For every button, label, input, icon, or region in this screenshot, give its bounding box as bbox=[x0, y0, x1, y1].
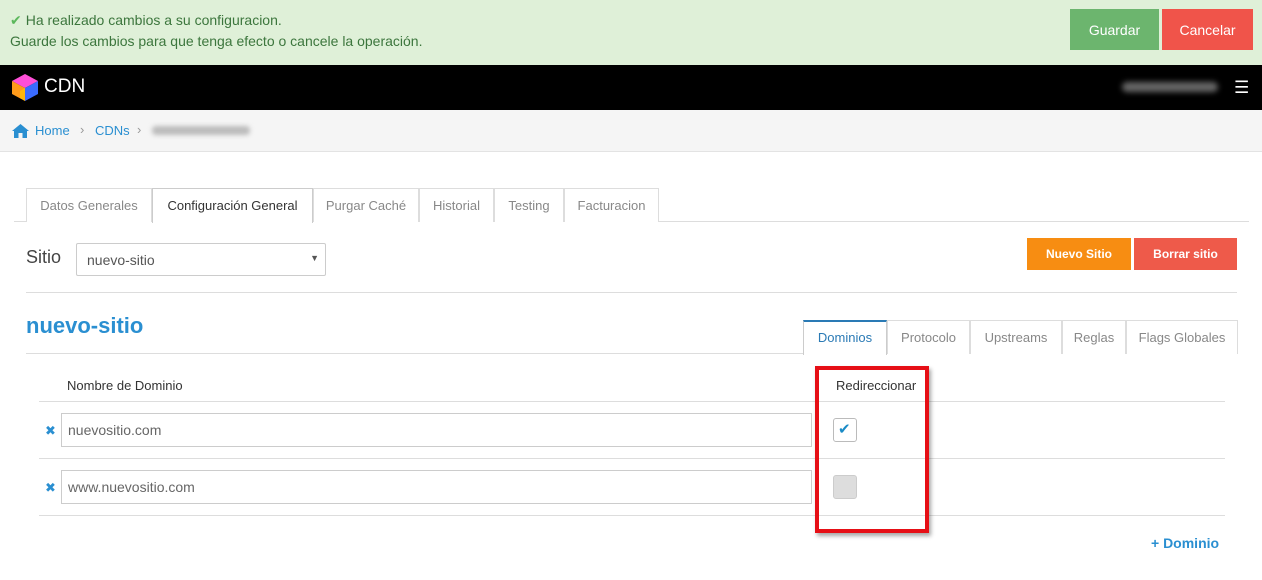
tab-configuracion-general[interactable]: Configuración General bbox=[152, 188, 313, 223]
table-divider bbox=[39, 401, 1225, 402]
subtab-flags-globales[interactable]: Flags Globales bbox=[1126, 320, 1238, 354]
breadcrumb-cdns[interactable]: CDNs bbox=[95, 123, 130, 138]
cube-logo-icon[interactable] bbox=[12, 74, 38, 101]
new-site-button[interactable]: Nuevo Sitio bbox=[1027, 238, 1131, 270]
site-select[interactable]: nuevo-sitio ▼ bbox=[76, 243, 326, 276]
tab-historial[interactable]: Historial bbox=[419, 188, 494, 222]
tab-facturacion[interactable]: Facturacion bbox=[564, 188, 659, 222]
breadcrumb-home[interactable]: Home bbox=[35, 123, 70, 138]
tab-purgar-cache[interactable]: Purgar Caché bbox=[313, 188, 419, 222]
times-icon[interactable]: ✖ bbox=[45, 480, 56, 496]
table-divider bbox=[39, 458, 1225, 459]
domain-input[interactable]: www.nuevositio.com bbox=[61, 470, 812, 504]
banner-message: ✔ Ha realizado cambios a su configuracion… bbox=[10, 10, 423, 52]
subtab-dominios[interactable]: Dominios bbox=[803, 320, 887, 355]
subtab-reglas[interactable]: Reglas bbox=[1062, 320, 1126, 354]
breadcrumb-separator: › bbox=[137, 122, 142, 137]
breadcrumb: Home › CDNs › bbox=[0, 110, 1262, 152]
divider bbox=[26, 292, 1237, 293]
site-label: Sitio bbox=[26, 247, 62, 267]
breadcrumb-current-redacted bbox=[152, 126, 250, 135]
banner-line-1: Ha realizado cambios a su configuracion. bbox=[25, 12, 282, 28]
hamburger-icon[interactable]: ☰ bbox=[1234, 79, 1249, 96]
subtab-protocolo[interactable]: Protocolo bbox=[887, 320, 970, 354]
caret-down-icon: ▼ bbox=[310, 253, 319, 263]
unsaved-changes-banner: ✔ Ha realizado cambios a su configuracion… bbox=[0, 0, 1262, 65]
save-button[interactable]: Guardar bbox=[1070, 9, 1159, 50]
cancel-button[interactable]: Cancelar bbox=[1162, 9, 1253, 50]
add-domain-link[interactable]: + Dominio bbox=[1151, 535, 1219, 551]
site-title: nuevo-sitio bbox=[26, 313, 144, 338]
brand-name[interactable]: CDN bbox=[44, 76, 85, 98]
delete-site-button[interactable]: Borrar sitio bbox=[1134, 238, 1237, 270]
domain-input[interactable]: nuevositio.com bbox=[61, 413, 812, 447]
top-navbar: CDN ☰ bbox=[0, 65, 1262, 110]
check-icon: ✔ bbox=[10, 12, 22, 28]
subtab-upstreams[interactable]: Upstreams bbox=[970, 320, 1062, 354]
tab-datos-generales[interactable]: Datos Generales bbox=[26, 188, 152, 222]
banner-line-2: Guarde los cambios para que tenga efecto… bbox=[10, 33, 423, 49]
breadcrumb-separator: › bbox=[80, 122, 85, 137]
site-select-value: nuevo-sitio bbox=[87, 252, 155, 268]
home-icon[interactable] bbox=[12, 124, 29, 138]
redirect-column-highlight bbox=[815, 366, 929, 533]
column-header-domain: Nombre de Dominio bbox=[67, 378, 183, 393]
times-icon[interactable]: ✖ bbox=[45, 423, 56, 439]
table-divider bbox=[39, 515, 1225, 516]
user-email-redacted[interactable] bbox=[1122, 82, 1218, 92]
tab-testing[interactable]: Testing bbox=[494, 188, 564, 222]
